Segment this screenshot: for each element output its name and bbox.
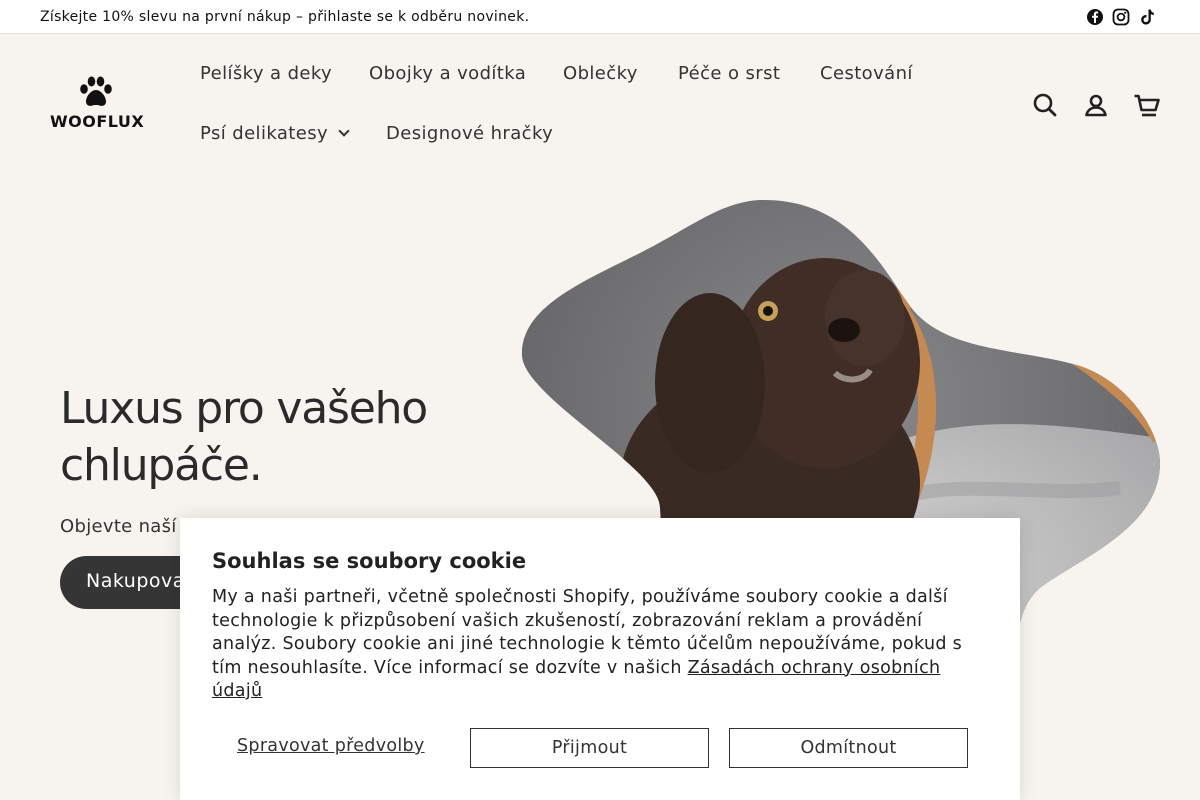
search-icon[interactable] [1032, 92, 1060, 120]
facebook-icon[interactable] [1086, 8, 1104, 26]
account-icon[interactable] [1083, 92, 1111, 120]
nav-item-oblecky[interactable]: Oblečky [563, 63, 638, 84]
chevron-down-icon [338, 125, 350, 137]
nav-item-hracky[interactable]: Designové hračky [386, 123, 553, 144]
cookie-body: My a naši partneři, včetně společnosti S… [212, 586, 982, 704]
accept-button[interactable]: Přijmout [470, 728, 709, 768]
hero-subtitle: Objevte naší [60, 516, 177, 537]
nav-item-delikatesy[interactable]: Psí delikatesy [200, 123, 350, 144]
nav-item-cestovani[interactable]: Cestování [820, 63, 913, 84]
announcement-bar: Získejte 10% slevu na první nákup – přih… [0, 0, 1200, 34]
hero-title: Luxus pro vašeho chlupáče. [60, 380, 480, 494]
tiktok-icon[interactable] [1138, 8, 1156, 26]
hero-title-line-1: Luxus pro vašeho [60, 383, 428, 434]
brand-logo[interactable]: WOOFLUX [50, 76, 145, 132]
announcement-text: Získejte 10% slevu na první nákup – přih… [40, 9, 530, 25]
nav-item-delikatesy-label: Psí delikatesy [200, 123, 329, 144]
cart-icon[interactable] [1133, 92, 1161, 120]
hero-title-line-2: chlupáče. [60, 440, 263, 491]
cookie-title: Souhlas se soubory cookie [212, 549, 527, 573]
nav-item-pelisky[interactable]: Pelíšky a deky [200, 63, 332, 84]
instagram-icon[interactable] [1112, 8, 1130, 26]
nav-item-obojky[interactable]: Obojky a vodítka [369, 63, 526, 84]
decline-button[interactable]: Odmítnout [729, 728, 968, 768]
brand-name: WOOFLUX [50, 112, 145, 131]
manage-preferences-link[interactable]: Spravovat předvolby [237, 736, 425, 756]
paw-icon [80, 76, 112, 106]
social-links [1086, 8, 1156, 26]
nav-item-pece[interactable]: Péče o srst [678, 63, 780, 84]
cookie-dialog: Souhlas se soubory cookie My a naši part… [180, 518, 1020, 800]
